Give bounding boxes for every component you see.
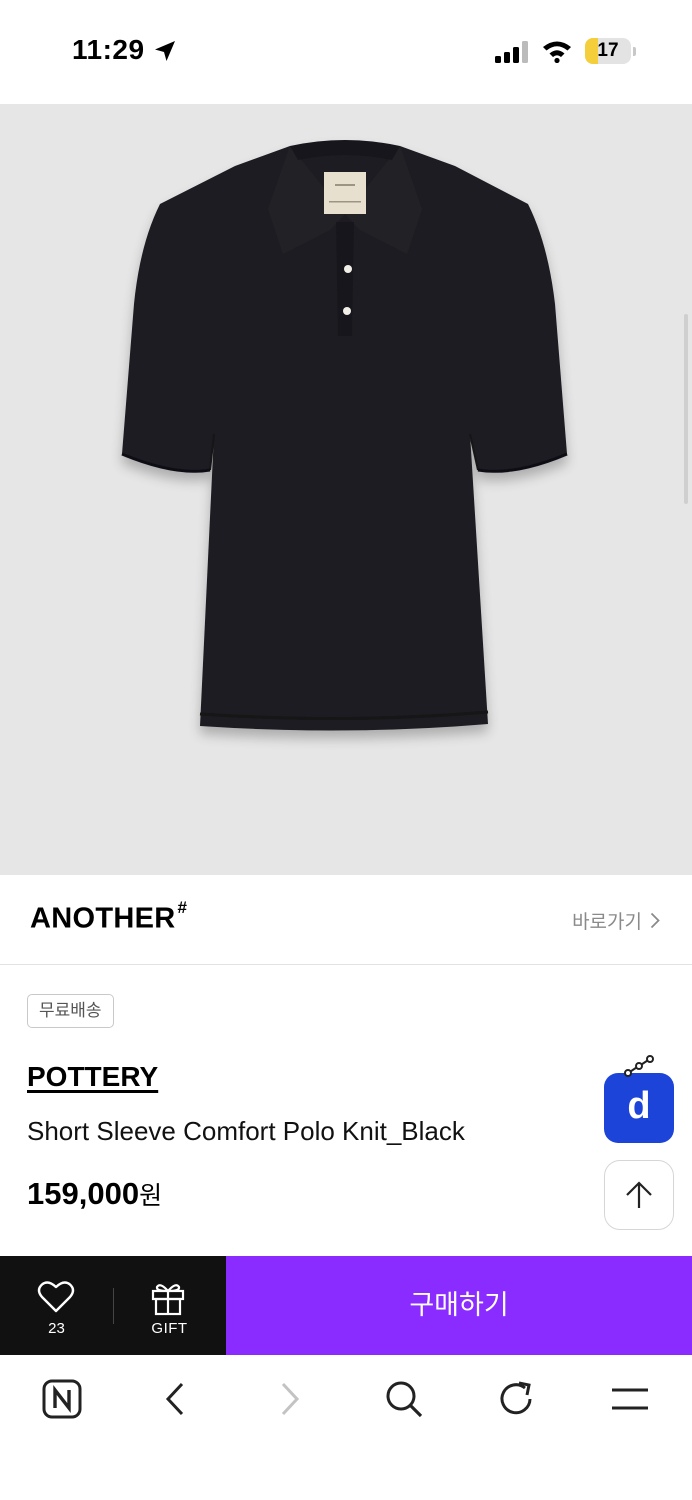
like-count: 23 bbox=[48, 1320, 65, 1337]
action-bar-left: 23 GIFT bbox=[0, 1256, 226, 1355]
back-button[interactable] bbox=[153, 1377, 197, 1421]
product-name: Short Sleeve Comfort Polo Knit_Black bbox=[27, 1116, 465, 1146]
arrow-up-icon bbox=[626, 1181, 652, 1208]
scroll-indicator[interactable] bbox=[684, 314, 688, 504]
forward-button[interactable] bbox=[268, 1377, 312, 1421]
like-button[interactable]: 23 bbox=[0, 1256, 113, 1355]
wifi-icon bbox=[543, 41, 571, 63]
status-time: 11:29 bbox=[72, 34, 145, 65]
brand-logo-text: ANOTHER bbox=[30, 902, 176, 935]
cellular-signal-icon bbox=[495, 41, 528, 63]
reload-icon bbox=[500, 1381, 532, 1415]
product-price: 159,000원 bbox=[27, 1176, 162, 1212]
search-button[interactable] bbox=[382, 1377, 426, 1421]
brand-logo-mark: # bbox=[177, 898, 188, 917]
share-graph-icon bbox=[624, 1055, 654, 1077]
reload-button[interactable] bbox=[495, 1377, 539, 1421]
d-app-button[interactable]: d bbox=[604, 1073, 674, 1143]
naver-home-button[interactable] bbox=[40, 1377, 84, 1421]
product-brand-link[interactable]: POTTERY bbox=[27, 1061, 158, 1093]
purchase-action-bar: 23 GIFT 구매하기 bbox=[0, 1256, 692, 1355]
buy-button[interactable]: 구매하기 bbox=[226, 1256, 692, 1355]
gift-button[interactable]: GIFT bbox=[113, 1256, 226, 1355]
price-unit: 원 bbox=[139, 1182, 163, 1210]
battery-icon: 17 bbox=[585, 38, 631, 64]
battery-cap bbox=[633, 47, 636, 56]
free-shipping-badge: 무료배송 bbox=[27, 994, 114, 1028]
d-button-label: d bbox=[627, 1085, 651, 1127]
brand-shortcut-link[interactable]: 바로가기 bbox=[572, 907, 660, 934]
gift-icon bbox=[151, 1284, 185, 1316]
chevron-right-icon bbox=[650, 912, 660, 929]
location-arrow-icon bbox=[155, 41, 175, 61]
polo-shirt-illustration bbox=[121, 140, 568, 731]
menu-button[interactable] bbox=[608, 1377, 652, 1421]
browser-toolbar bbox=[0, 1355, 692, 1500]
search-icon bbox=[386, 1381, 423, 1418]
forward-icon bbox=[281, 1382, 300, 1416]
price-value: 159,000 bbox=[27, 1176, 140, 1211]
brand-row: ANOTHER # 바로가기 bbox=[0, 875, 692, 965]
back-icon bbox=[165, 1382, 184, 1416]
scroll-to-top-button[interactable] bbox=[604, 1160, 674, 1230]
gift-label: GIFT bbox=[151, 1320, 188, 1337]
naver-n-icon bbox=[42, 1379, 82, 1419]
status-bar: 11:29 17 bbox=[0, 0, 692, 104]
brand-logo[interactable]: ANOTHER # bbox=[30, 898, 187, 936]
heart-icon bbox=[37, 1281, 75, 1313]
battery-level: 17 bbox=[597, 40, 619, 61]
product-image[interactable] bbox=[0, 104, 692, 875]
menu-icon bbox=[612, 1388, 648, 1410]
brand-shortcut-label: 바로가기 bbox=[572, 912, 642, 933]
